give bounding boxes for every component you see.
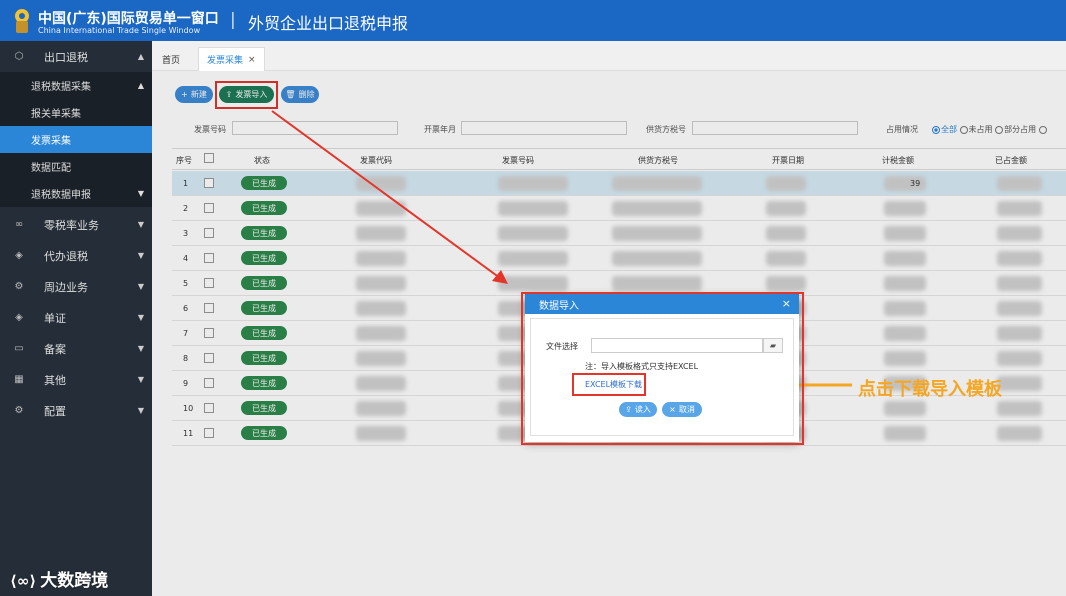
watermark: ⟨∞⟩ 大数跨境 bbox=[10, 566, 108, 591]
red-arrow-head bbox=[492, 270, 508, 284]
watermark-logo: ⟨∞⟩ bbox=[10, 572, 37, 590]
watermark-text: 大数跨境 bbox=[40, 571, 109, 591]
red-arrow-line bbox=[271, 110, 501, 279]
annotation-callout: 点击下载导入模板 bbox=[858, 379, 1002, 400]
dialog-highlight-box bbox=[521, 292, 804, 445]
template-link-highlight-box bbox=[572, 373, 646, 396]
